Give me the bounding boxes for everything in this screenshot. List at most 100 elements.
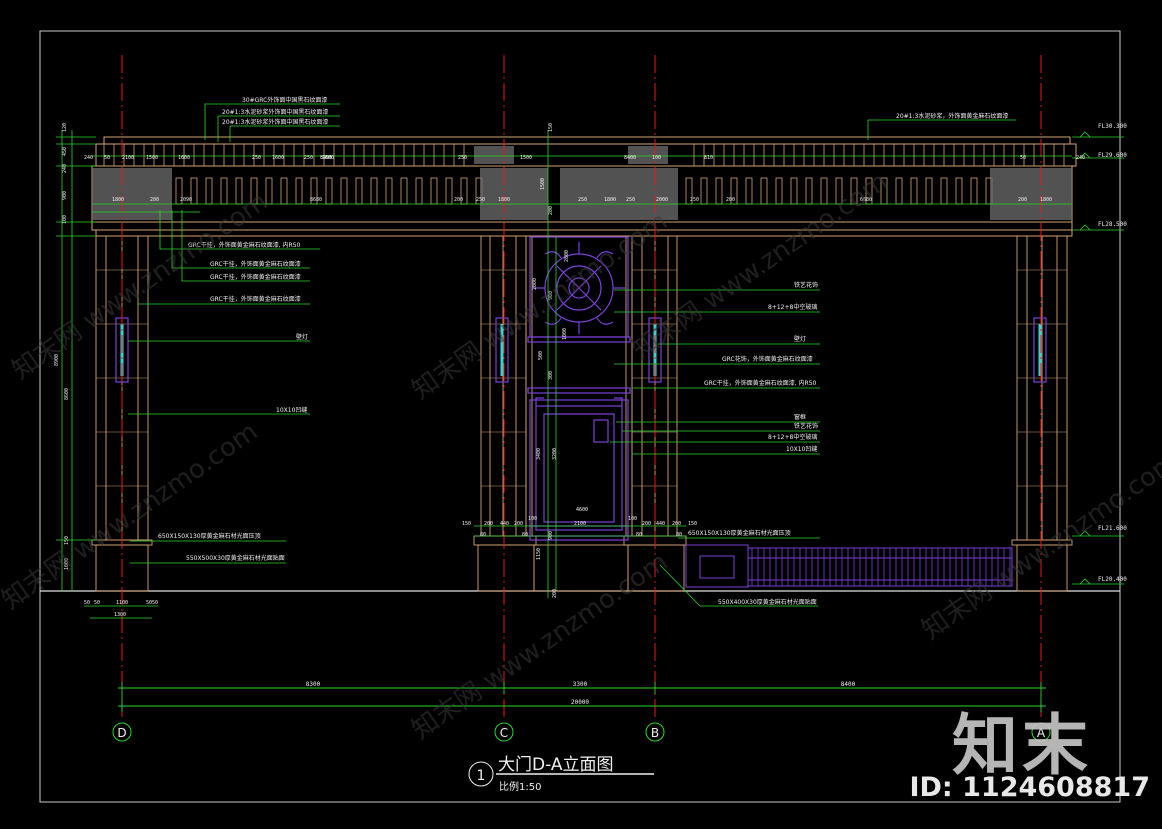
right-leader-label: 550X400X30厚黄金麻石材光面贴面 [718, 598, 817, 606]
right-leader-label: 8+12+8中空玻璃 [768, 433, 817, 441]
frieze-dim: 250 [626, 197, 635, 203]
frieze-slot [700, 177, 708, 205]
frieze-slot [895, 177, 903, 205]
left-leader-label: 550X500X30厚黄金麻石材光面贴面 [186, 554, 285, 562]
base-dim: 440 [500, 521, 509, 527]
frieze-dim: 200 [1018, 197, 1027, 203]
elevation-3: FL28.500 [1098, 221, 1127, 228]
left-vertical-dim: 100 [62, 215, 68, 224]
base-dim: 150 [462, 521, 471, 527]
right-leader-label: 铁艺花饰 [794, 422, 818, 430]
center-vertical-dim: 900 [548, 531, 554, 540]
left-leader-label: 650X150X130厚黄金麻石材光面压顶 [158, 532, 261, 540]
frieze-slot [325, 177, 333, 205]
frieze-slot [925, 177, 933, 205]
center-vertical-dim: 2000 [532, 278, 538, 290]
frieze-dim: 200 [454, 197, 463, 203]
base-dim: 100 [628, 516, 637, 522]
column-center-left [480, 235, 533, 537]
elevation-1: FL30.300 [1098, 123, 1127, 130]
base-dim: 200 [514, 521, 523, 527]
right-leader-label: 壁灯 [794, 335, 806, 343]
left-vertical-dim: 240 [62, 164, 68, 173]
bottom-left-dim: 1100 [116, 600, 128, 606]
frieze-slot [385, 177, 393, 205]
left-leader-label: 20#1:3水泥砂浆外饰面中国黑石纹面漆 [222, 108, 328, 116]
center-vertical-dim: 500 [538, 351, 544, 360]
top-dim: 240 [84, 155, 93, 161]
top-dim: 100 [652, 155, 661, 161]
left-leader-label: GRC干挂，外饰面黄金麻石纹面漆 [210, 273, 301, 281]
dim-span-2: 3300 [573, 681, 588, 688]
plinths [91, 535, 1073, 592]
top-dim: 1500 [520, 155, 532, 161]
frieze-slot [820, 177, 828, 205]
top-dim: 50 [104, 155, 110, 161]
dim-total: 20000 [571, 699, 589, 706]
watermark-4: 知末网 www.znzmo.com [0, 417, 263, 616]
top-dim: 8400 [624, 155, 636, 161]
left-vertical-dim: 120 [62, 123, 68, 132]
top-dim: 250 [304, 155, 313, 161]
frieze-dim: 1800 [1040, 197, 1052, 203]
title-scale: 比例1:50 [499, 780, 541, 793]
base-dim: 440 [656, 521, 665, 527]
base-dim: 200 [484, 521, 493, 527]
dim-span-1: 8300 [306, 681, 321, 688]
center-vertical-dim: 3400 [536, 448, 542, 460]
center-vertical-dim: 200 [548, 206, 554, 215]
center-vertical-dim: 1500 [540, 178, 546, 190]
frieze-slot [970, 177, 978, 205]
frieze-dim: 250 [690, 197, 699, 203]
right-leader-label: GRC干挂，外饰面黄金麻石纹面漆, 内R50 [704, 379, 817, 387]
base-dim: 200 [642, 521, 651, 527]
axis-label-d: D [117, 726, 126, 740]
frieze-dim: 1800 [604, 197, 616, 203]
frieze-slot [790, 177, 798, 205]
right-leader-label: 20#1:3水泥砂浆，外饰面黄金麻石纹面漆 [896, 112, 1008, 120]
right-leader-label: 650X150X130厚黄金麻石材光面压顶 [688, 529, 791, 537]
right-leader-label: 10X10凹缝 [786, 445, 817, 453]
frieze-dim: 2090 [180, 197, 192, 203]
frieze-dim: 250 [578, 197, 587, 203]
frieze-slot [370, 177, 378, 205]
frieze-slot [220, 177, 228, 205]
frieze-dim: 1800 [112, 197, 124, 203]
image-id: ID: 1124608817 [909, 772, 1150, 803]
center-vertical-dim: 150 [548, 123, 554, 132]
bottom-left-dim: 50 [94, 600, 100, 606]
column-right [1016, 235, 1068, 541]
left-leader-label: 30#GRC外饰面中国黑石纹面漆 [242, 96, 327, 104]
frieze-slot [775, 177, 783, 205]
title-number: 1 [477, 768, 486, 784]
frieze-dim: 1800 [498, 197, 510, 203]
center-vertical-dim: 200 [552, 589, 558, 598]
center-vertical-dim: 1150 [536, 548, 542, 560]
frieze-dim: 250 [476, 197, 485, 203]
frieze-slot [205, 177, 213, 205]
left-vertical-dim: 900 [62, 191, 68, 200]
column-center-right [625, 235, 678, 537]
left-vertical-dim: 450 [62, 147, 68, 156]
frieze-slot [265, 177, 273, 205]
frieze-slot [940, 177, 948, 205]
frieze-slot [805, 177, 813, 205]
right-leader-label: GRC花饰，外饰面黄金麻石纹面漆 [722, 355, 813, 363]
frieze-slot [400, 177, 408, 205]
frieze-slot [355, 177, 363, 205]
bottom-left-dim: 50 [152, 600, 158, 606]
top-dim: 1500 [146, 155, 158, 161]
center-vertical-dim: 2800 [564, 250, 570, 262]
bottom-left-dim: 1300 [114, 612, 126, 618]
base-dim: 150 [688, 521, 697, 527]
base-dim: 100 [528, 516, 537, 522]
watermark-5: 知末网 www.znzmo.com [407, 547, 673, 746]
frieze-dim: 2000 [656, 197, 668, 203]
center-vertical-dim-lines [547, 130, 557, 598]
axis-bubbles: D C B A [112, 722, 1051, 742]
top-dim: 1600 [272, 155, 284, 161]
frieze-slot [760, 177, 768, 205]
right-leader-label: 铁艺花饰 [794, 281, 818, 289]
top-dim: 250 [252, 155, 261, 161]
top-dim: 240 [1076, 155, 1085, 161]
